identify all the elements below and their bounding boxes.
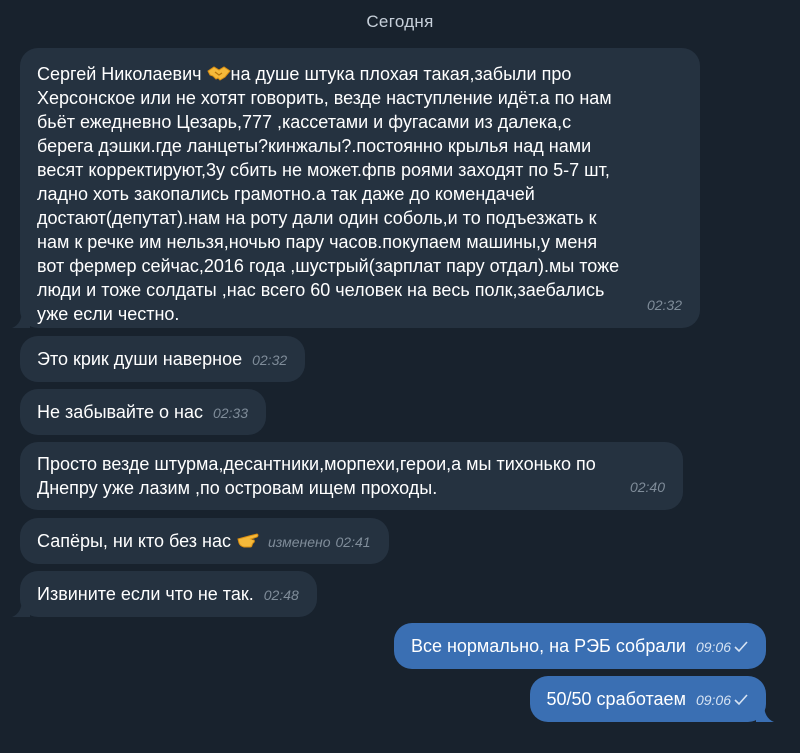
message-text: Сапёры, ни кто без нас bbox=[37, 531, 236, 551]
message-text: Извините если что не так. bbox=[37, 584, 254, 604]
message-bubble-outgoing[interactable]: 50/50 сработаем 09:06 bbox=[529, 676, 774, 722]
message-time: 09:06 bbox=[695, 639, 731, 655]
message-bubble-incoming[interactable]: Не забывайте о нас 02:33 bbox=[20, 389, 267, 435]
message-text: Сергей Николаевич на душе штука плохая т… bbox=[37, 64, 620, 324]
message-bubble-incoming[interactable]: Это крик души наверное 02:32 bbox=[20, 336, 306, 382]
message-text: 50/50 сработаем bbox=[546, 689, 686, 709]
message-time: 02:40 bbox=[629, 479, 665, 495]
message-bubble-incoming[interactable]: Сапёры, ни кто без нас изменено 02:41 bbox=[20, 518, 389, 564]
message-bubble-incoming[interactable]: Сергей Николаевич на душе штука плохая т… bbox=[12, 48, 700, 328]
message-time: 02:32 bbox=[252, 352, 288, 368]
message-time: 09:06 bbox=[695, 692, 731, 708]
message-text: Это крик души наверное bbox=[37, 349, 243, 369]
sent-check-icon bbox=[734, 694, 748, 706]
message-text: Не забывайте о нас bbox=[37, 402, 203, 422]
message-time: 02:32 bbox=[646, 297, 682, 313]
message-bubble-incoming[interactable]: Просто везде штурма,десантники,морпехи,г… bbox=[20, 442, 683, 510]
bubble-tail bbox=[756, 704, 774, 722]
message-time: 02:48 bbox=[263, 587, 299, 603]
chat-area: Сегодня Сергей Николаевич на душе штука … bbox=[0, 0, 800, 753]
message-time: 02:41 bbox=[335, 534, 371, 550]
message-text: Все нормально, на РЭБ собрали bbox=[410, 636, 686, 656]
message-bubble-outgoing[interactable]: Все нормально, на РЭБ собрали 09:06 bbox=[393, 623, 766, 669]
date-separator: Сегодня bbox=[366, 12, 434, 31]
pointing-hand-emoji-icon bbox=[237, 533, 259, 548]
bubble-tail bbox=[12, 310, 30, 328]
message-bubble-incoming[interactable]: Извините если что не так. 02:48 bbox=[12, 571, 317, 617]
message-time: 02:33 bbox=[212, 405, 249, 421]
edited-label: изменено bbox=[267, 534, 331, 550]
message-text: Просто везде штурма,десантники,морпехи,г… bbox=[37, 454, 596, 498]
handshake-emoji-icon bbox=[206, 66, 231, 81]
sent-check-icon bbox=[734, 641, 748, 653]
bubble-tail bbox=[12, 599, 30, 617]
